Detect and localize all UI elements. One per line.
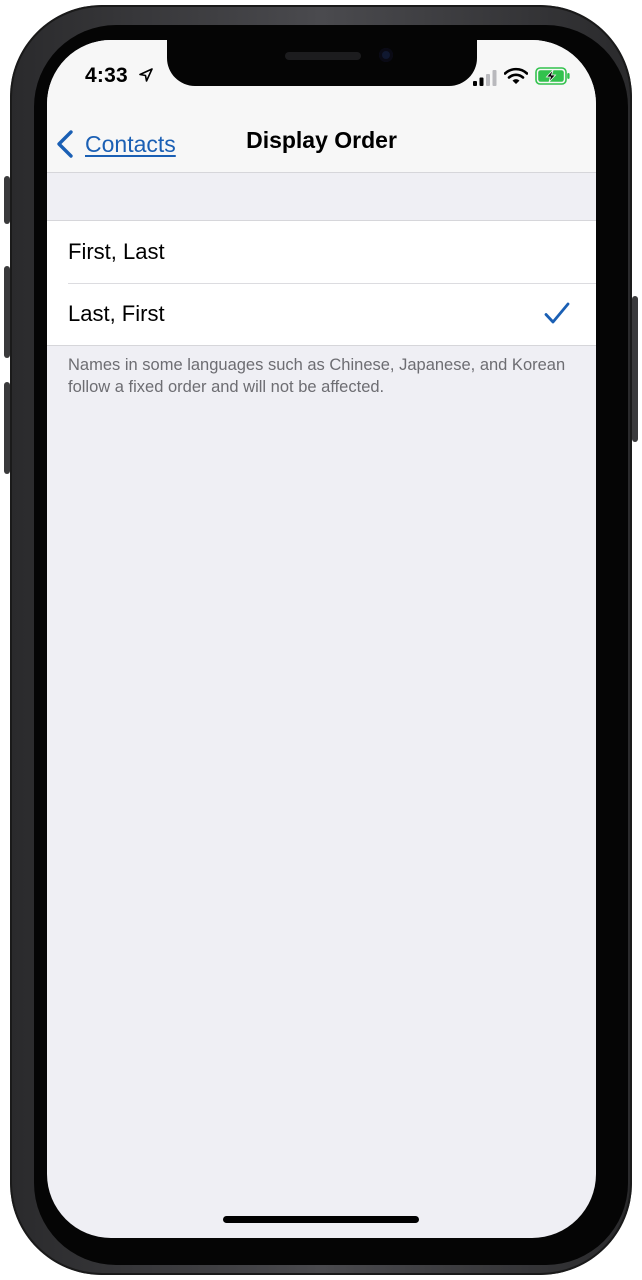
footer-note: Names in some languages such as Chinese,… <box>68 356 566 396</box>
volume-up-button <box>4 266 10 358</box>
notch <box>167 40 477 86</box>
volume-down-button <box>4 382 10 474</box>
checkmark-icon <box>544 302 570 324</box>
screen: 4:33 Contacts Display Order First, Last … <box>47 40 596 1238</box>
front-camera <box>379 48 393 62</box>
back-button-label: Contacts <box>85 130 176 157</box>
battery-charging-icon <box>535 67 570 85</box>
power-button <box>632 296 638 442</box>
option-label: Last, First <box>68 301 165 326</box>
chevron-left-icon <box>57 130 73 158</box>
cellular-signal-icon <box>473 70 497 86</box>
location-arrow-icon <box>139 68 153 82</box>
mute-switch <box>4 176 10 224</box>
option-label: First, Last <box>68 239 165 264</box>
back-button[interactable]: Contacts <box>55 124 176 164</box>
home-indicator[interactable] <box>223 1216 419 1223</box>
option-first-last[interactable]: First, Last <box>47 221 596 283</box>
earpiece-speaker <box>285 52 361 60</box>
display-order-options: First, Last Last, First <box>47 220 596 346</box>
status-time: 4:33 <box>85 64 128 87</box>
navigation-bar: Contacts Display Order <box>47 116 596 173</box>
option-last-first[interactable]: Last, First <box>47 283 596 345</box>
wifi-icon <box>504 67 528 84</box>
